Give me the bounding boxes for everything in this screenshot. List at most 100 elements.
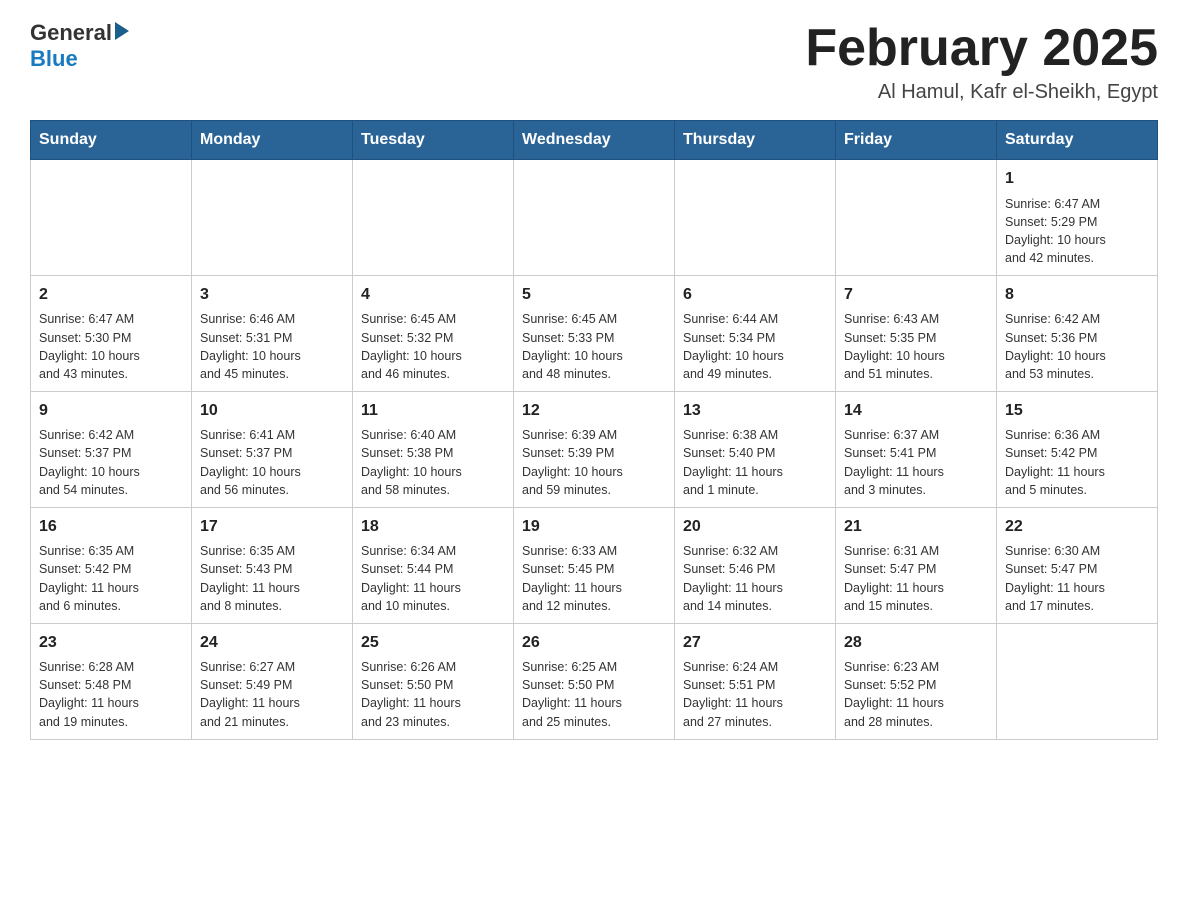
day-number: 13 [683, 400, 827, 422]
calendar-day-cell [31, 160, 192, 276]
day-info: Sunrise: 6:45 AM Sunset: 5:33 PM Dayligh… [522, 310, 666, 383]
calendar-day-cell [997, 623, 1158, 739]
calendar-day-cell: 8 Sunrise: 6:42 AM Sunset: 5:36 PM Daylig… [997, 276, 1158, 392]
day-number: 10 [200, 400, 344, 422]
weekday-header-saturday: Saturday [997, 121, 1158, 160]
calendar-week-row: 9Sunrise: 6:42 AM Sunset: 5:37 PM Daylig… [31, 391, 1158, 507]
calendar-day-cell: 3Sunrise: 6:46 AM Sunset: 5:31 PM Daylig… [192, 276, 353, 392]
day-info: Sunrise: 6:27 AM Sunset: 5:49 PM Dayligh… [200, 658, 344, 731]
calendar-day-cell: 13 Sunrise: 6:38 AM Sunset: 5:40 PM Dayli… [675, 391, 836, 507]
day-info: Sunrise: 6:44 AM Sunset: 5:34 PM Dayligh… [683, 310, 827, 383]
day-info: Sunrise: 6:47 AM Sunset: 5:30 PM Dayligh… [39, 310, 183, 383]
location-title: Al Hamul, Kafr el-Sheikh, Egypt [805, 81, 1158, 104]
day-number: 12 [522, 400, 666, 422]
calendar-day-cell: 1 Sunrise: 6:47 AM Sunset: 5:29 PM Daylig… [997, 160, 1158, 276]
day-info: Sunrise: 6:24 AM Sunset: 5:51 PM Dayligh… [683, 658, 827, 731]
day-info: Sunrise: 6:36 AM Sunset: 5:42 PM Dayligh… [1005, 426, 1149, 499]
day-info: Sunrise: 6:23 AM Sunset: 5:52 PM Dayligh… [844, 658, 988, 731]
day-info: Sunrise: 6:37 AM Sunset: 5:41 PM Dayligh… [844, 426, 988, 499]
calendar-day-cell: 26 Sunrise: 6:25 AM Sunset: 5:50 PM Dayli… [514, 623, 675, 739]
calendar-day-cell [675, 160, 836, 276]
day-info: Sunrise: 6:38 AM Sunset: 5:40 PM Dayligh… [683, 426, 827, 499]
day-number: 6 [683, 284, 827, 306]
day-info: Sunrise: 6:42 AM Sunset: 5:36 PM Dayligh… [1005, 310, 1149, 383]
day-number: 14 [844, 400, 988, 422]
calendar-day-cell: 19 Sunrise: 6:33 AM Sunset: 5:45 PM Dayli… [514, 507, 675, 623]
day-info: Sunrise: 6:42 AM Sunset: 5:37 PM Dayligh… [39, 426, 183, 499]
calendar-week-row: 1 Sunrise: 6:47 AM Sunset: 5:29 PM Daylig… [31, 160, 1158, 276]
calendar-day-cell: 12 Sunrise: 6:39 AM Sunset: 5:39 PM Dayli… [514, 391, 675, 507]
day-info: Sunrise: 6:46 AM Sunset: 5:31 PM Dayligh… [200, 310, 344, 383]
calendar-day-cell: 18Sunrise: 6:34 AM Sunset: 5:44 PM Dayli… [353, 507, 514, 623]
day-info: Sunrise: 6:43 AM Sunset: 5:35 PM Dayligh… [844, 310, 988, 383]
calendar-day-cell: 10 Sunrise: 6:41 AM Sunset: 5:37 PM Dayli… [192, 391, 353, 507]
day-number: 25 [361, 632, 505, 654]
day-info: Sunrise: 6:40 AM Sunset: 5:38 PM Dayligh… [361, 426, 505, 499]
calendar-day-cell: 21 Sunrise: 6:31 AM Sunset: 5:47 PM Dayli… [836, 507, 997, 623]
logo: General Blue [30, 20, 129, 72]
day-info: Sunrise: 6:47 AM Sunset: 5:29 PM Dayligh… [1005, 195, 1149, 268]
day-info: Sunrise: 6:25 AM Sunset: 5:50 PM Dayligh… [522, 658, 666, 731]
day-number: 1 [1005, 168, 1149, 190]
calendar-day-cell: 7Sunrise: 6:43 AM Sunset: 5:35 PM Daylig… [836, 276, 997, 392]
day-info: Sunrise: 6:33 AM Sunset: 5:45 PM Dayligh… [522, 542, 666, 615]
calendar-day-cell: 9Sunrise: 6:42 AM Sunset: 5:37 PM Daylig… [31, 391, 192, 507]
day-number: 26 [522, 632, 666, 654]
calendar-day-cell: 25 Sunrise: 6:26 AM Sunset: 5:50 PM Dayli… [353, 623, 514, 739]
day-number: 8 [1005, 284, 1149, 306]
day-info: Sunrise: 6:32 AM Sunset: 5:46 PM Dayligh… [683, 542, 827, 615]
calendar-day-cell: 15 Sunrise: 6:36 AM Sunset: 5:42 PM Dayli… [997, 391, 1158, 507]
page-header: General Blue February 2025 Al Hamul, Kaf… [30, 20, 1158, 104]
day-info: Sunrise: 6:31 AM Sunset: 5:47 PM Dayligh… [844, 542, 988, 615]
calendar-day-cell: 28 Sunrise: 6:23 AM Sunset: 5:52 PM Dayli… [836, 623, 997, 739]
title-area: February 2025 Al Hamul, Kafr el-Sheikh, … [805, 20, 1158, 104]
calendar-week-row: 2 Sunrise: 6:47 AM Sunset: 5:30 PM Daylig… [31, 276, 1158, 392]
calendar-day-cell [514, 160, 675, 276]
calendar-day-cell: 20 Sunrise: 6:32 AM Sunset: 5:46 PM Dayli… [675, 507, 836, 623]
day-number: 28 [844, 632, 988, 654]
calendar-day-cell [192, 160, 353, 276]
day-info: Sunrise: 6:45 AM Sunset: 5:32 PM Dayligh… [361, 310, 505, 383]
calendar-day-cell: 23Sunrise: 6:28 AM Sunset: 5:48 PM Dayli… [31, 623, 192, 739]
calendar-day-cell: 6 Sunrise: 6:44 AM Sunset: 5:34 PM Daylig… [675, 276, 836, 392]
day-number: 4 [361, 284, 505, 306]
day-number: 27 [683, 632, 827, 654]
calendar-day-cell: 14 Sunrise: 6:37 AM Sunset: 5:41 PM Dayli… [836, 391, 997, 507]
logo-triangle-icon [115, 22, 129, 40]
day-number: 5 [522, 284, 666, 306]
weekday-header-thursday: Thursday [675, 121, 836, 160]
day-number: 11 [361, 400, 505, 422]
day-number: 24 [200, 632, 344, 654]
calendar-table: SundayMondayTuesdayWednesdayThursdayFrid… [30, 120, 1158, 739]
calendar-day-cell [836, 160, 997, 276]
calendar-day-cell: 17 Sunrise: 6:35 AM Sunset: 5:43 PM Dayli… [192, 507, 353, 623]
weekday-header-sunday: Sunday [31, 121, 192, 160]
day-info: Sunrise: 6:28 AM Sunset: 5:48 PM Dayligh… [39, 658, 183, 731]
logo-blue-text: Blue [30, 46, 129, 72]
day-info: Sunrise: 6:26 AM Sunset: 5:50 PM Dayligh… [361, 658, 505, 731]
day-info: Sunrise: 6:35 AM Sunset: 5:43 PM Dayligh… [200, 542, 344, 615]
day-number: 17 [200, 516, 344, 538]
day-number: 21 [844, 516, 988, 538]
day-number: 20 [683, 516, 827, 538]
calendar-day-cell: 4 Sunrise: 6:45 AM Sunset: 5:32 PM Daylig… [353, 276, 514, 392]
day-info: Sunrise: 6:41 AM Sunset: 5:37 PM Dayligh… [200, 426, 344, 499]
day-number: 19 [522, 516, 666, 538]
calendar-week-row: 23Sunrise: 6:28 AM Sunset: 5:48 PM Dayli… [31, 623, 1158, 739]
weekday-header-friday: Friday [836, 121, 997, 160]
calendar-day-cell: 2 Sunrise: 6:47 AM Sunset: 5:30 PM Daylig… [31, 276, 192, 392]
calendar-day-cell: 16Sunrise: 6:35 AM Sunset: 5:42 PM Dayli… [31, 507, 192, 623]
weekday-header-wednesday: Wednesday [514, 121, 675, 160]
weekday-header-monday: Monday [192, 121, 353, 160]
calendar-day-cell: 27 Sunrise: 6:24 AM Sunset: 5:51 PM Dayli… [675, 623, 836, 739]
calendar-day-cell: 22Sunrise: 6:30 AM Sunset: 5:47 PM Dayli… [997, 507, 1158, 623]
month-title: February 2025 [805, 20, 1158, 77]
calendar-day-cell: 11 Sunrise: 6:40 AM Sunset: 5:38 PM Dayli… [353, 391, 514, 507]
weekday-header-row: SundayMondayTuesdayWednesdayThursdayFrid… [31, 121, 1158, 160]
day-info: Sunrise: 6:39 AM Sunset: 5:39 PM Dayligh… [522, 426, 666, 499]
day-number: 16 [39, 516, 183, 538]
calendar-day-cell: 24 Sunrise: 6:27 AM Sunset: 5:49 PM Dayli… [192, 623, 353, 739]
day-info: Sunrise: 6:34 AM Sunset: 5:44 PM Dayligh… [361, 542, 505, 615]
day-number: 15 [1005, 400, 1149, 422]
day-number: 2 [39, 284, 183, 306]
